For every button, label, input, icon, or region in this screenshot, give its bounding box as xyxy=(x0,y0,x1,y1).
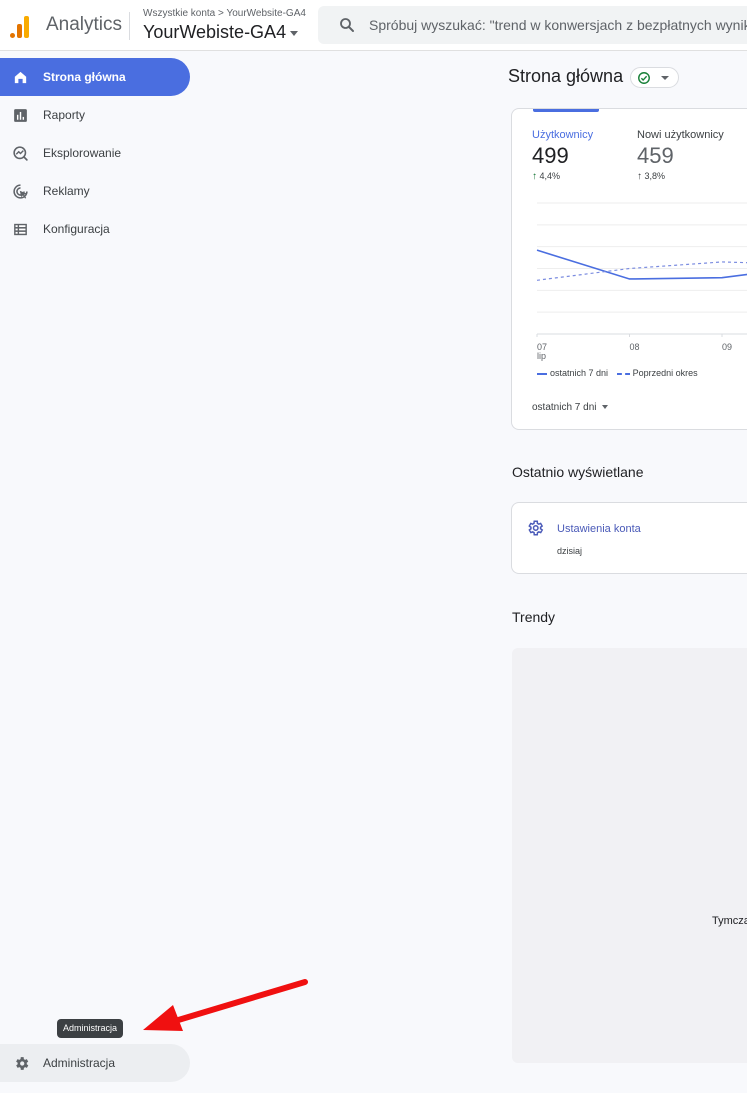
legend-swatch-current xyxy=(537,372,547,375)
header-divider xyxy=(129,12,130,40)
bar-chart-icon xyxy=(14,109,27,122)
admin-tooltip: Administracja xyxy=(57,1019,124,1038)
sidebar-item-label: Administracja xyxy=(43,1056,116,1070)
metric-change: ↑ 3,8% xyxy=(637,171,724,182)
metric-label: Użytkownicy xyxy=(532,129,594,141)
search-icon xyxy=(340,18,354,32)
period-selector[interactable]: ostatnich 7 dni xyxy=(532,402,608,413)
metric-value: 499 xyxy=(532,143,569,168)
series-line-current xyxy=(536,249,747,280)
recent-section-title: Ostatnio wyświetlane xyxy=(512,464,644,480)
sidebar-item-home[interactable]: Strona główna xyxy=(0,58,190,96)
users-line-chart: 07080910lip xyxy=(536,202,747,361)
app-name: Analytics xyxy=(46,14,123,35)
legend-swatch-previous xyxy=(616,372,630,375)
recent-item[interactable]: Ustawienia konta dzisiaj xyxy=(511,502,747,574)
sidebar-item-label: Strona główna xyxy=(43,70,126,84)
search-placeholder: Spróbuj wyszukać: "trend w konwersjach z… xyxy=(369,17,747,33)
arrow-up-icon: ↑ xyxy=(532,171,537,182)
recent-item-date: dzisiaj xyxy=(557,546,583,556)
property-selector[interactable]: YourWebiste-GA4 xyxy=(143,22,299,43)
active-metric-indicator xyxy=(533,109,599,112)
chart-legend: ostatnich 7 dni Poprzedni okres xyxy=(537,368,698,378)
sidebar-item-label: Raporty xyxy=(43,108,86,122)
check-circle-icon xyxy=(638,72,650,84)
analytics-logo-icon[interactable] xyxy=(10,14,32,38)
arrow-up-icon: ↑ xyxy=(637,171,642,182)
metric-label: Nowi użytkownicy xyxy=(637,129,724,141)
sidebar-item-configure[interactable]: Konfiguracja xyxy=(0,210,190,248)
metric-value: 459 xyxy=(637,143,674,168)
trends-message: Tymcza xyxy=(712,915,747,927)
overview-card: Użytkownicy 499 ↑ 4,4% Nowi użytkownicy … xyxy=(511,108,747,430)
metric-tab-new-users[interactable]: Nowi użytkownicy 459 ↑ 3,8% xyxy=(637,129,724,182)
metric-change-value: 3,8% xyxy=(644,171,666,181)
trends-panel: Tymcza xyxy=(512,648,747,1063)
legend-label-current: ostatnich 7 dni xyxy=(550,368,609,378)
sidebar-item-admin[interactable]: Administracja xyxy=(0,1044,190,1082)
account-breadcrumb[interactable]: Wszystkie konta > YourWebsite-GA4 xyxy=(143,8,306,19)
sidebar-item-explore[interactable]: Eksplorowanie xyxy=(0,134,190,172)
page-title: Strona główna xyxy=(508,66,624,86)
legend-label-previous: Poprzedni okres xyxy=(632,368,698,378)
sidebar-item-label: Reklamy xyxy=(43,184,90,198)
metric-change-value: 4,4% xyxy=(539,171,561,181)
x-tick-sublabel: lip xyxy=(537,351,546,361)
sidebar-item-label: Konfiguracja xyxy=(43,222,110,236)
sidebar-item-ads[interactable]: Reklamy xyxy=(0,172,190,210)
period-selector-label: ostatnich 7 dni xyxy=(532,402,597,413)
home-icon xyxy=(14,71,27,84)
sidebar-item-reports[interactable]: Raporty xyxy=(0,96,190,134)
gear-icon xyxy=(16,1057,29,1070)
metric-tab-users[interactable]: Użytkownicy 499 ↑ 4,4% xyxy=(532,129,593,182)
explore-icon xyxy=(13,146,28,161)
sidebar-item-label: Eksplorowanie xyxy=(43,146,122,160)
red-arrow-annotation xyxy=(143,979,308,1031)
property-name: YourWebiste-GA4 xyxy=(143,22,287,42)
chevron-down-icon xyxy=(601,405,608,410)
metric-change: ↑ 4,4% xyxy=(532,171,593,182)
recent-item-title: Ustawienia konta xyxy=(557,523,641,535)
chevron-down-icon xyxy=(661,76,669,80)
gear-icon xyxy=(528,520,544,536)
x-tick-label: 08 xyxy=(630,342,640,352)
trends-section-title: Trendy xyxy=(512,609,556,625)
sidebar: Strona główna Raporty Eksplorowanie Rekl… xyxy=(0,52,200,1093)
x-tick-label: 09 xyxy=(722,342,732,352)
ads-icon xyxy=(13,184,28,199)
top-header: Analytics Wszystkie konta > YourWebsite-… xyxy=(0,0,747,51)
search-input[interactable]: Spróbuj wyszukać: "trend w konwersjach z… xyxy=(318,6,747,44)
status-dropdown[interactable] xyxy=(630,67,679,88)
chevron-down-icon xyxy=(290,30,299,36)
list-icon xyxy=(14,223,27,236)
